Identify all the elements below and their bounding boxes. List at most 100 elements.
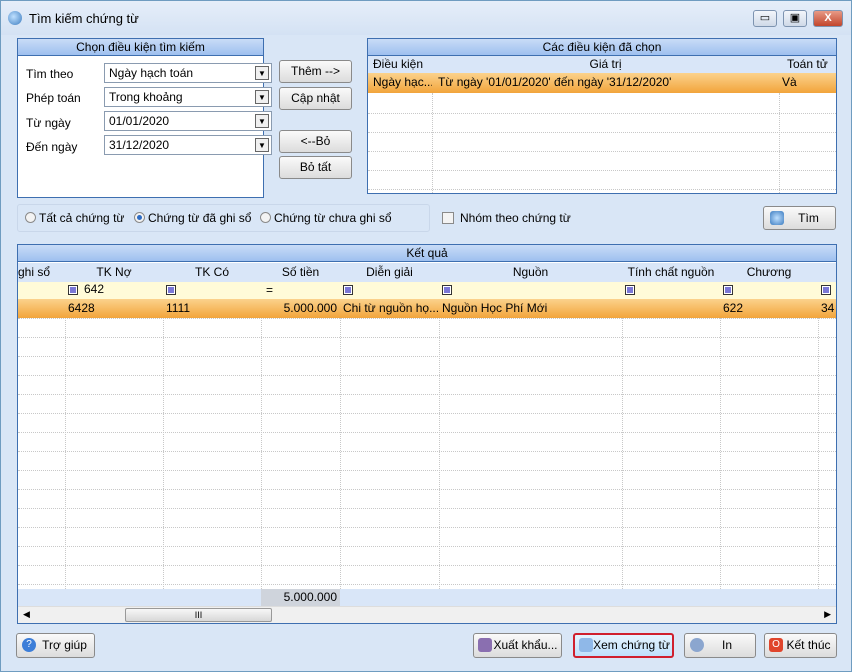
- col-value[interactable]: Giá trị: [432, 56, 779, 73]
- filter-operator-icon[interactable]: [343, 285, 353, 295]
- result-cell: 622: [723, 301, 744, 315]
- view-document-icon: [579, 638, 593, 652]
- row-divider: [18, 318, 836, 319]
- value-cell: Từ ngày '01/01/2020' đến ngày '31/12/202…: [438, 75, 672, 89]
- export-icon: [478, 638, 492, 652]
- to-date-label: Đến ngày: [26, 140, 78, 154]
- dropdown-arrow-icon[interactable]: ▼: [255, 90, 269, 104]
- column-divider: [432, 93, 433, 193]
- row-divider: [18, 432, 836, 433]
- scroll-thumb[interactable]: III: [125, 608, 272, 622]
- radio-unposted-label[interactable]: Chứng từ chưa ghi sổ: [274, 211, 392, 225]
- dropdown-arrow-icon[interactable]: ▼: [255, 138, 269, 152]
- filter-operator-icon[interactable]: [723, 285, 733, 295]
- amount-operator[interactable]: =: [263, 282, 276, 299]
- radio-posted[interactable]: [134, 212, 145, 223]
- radio-all-label[interactable]: Tất cả chứng từ: [39, 211, 124, 225]
- column-divider: [65, 318, 66, 589]
- row-divider: [18, 413, 836, 414]
- row-divider: [18, 546, 836, 547]
- row-divider: [368, 170, 836, 171]
- add-condition-button[interactable]: Thêm -->: [279, 60, 352, 83]
- operator-cell: Và: [782, 75, 797, 89]
- filter-operator-icon[interactable]: [625, 285, 635, 295]
- from-date-label: Từ ngày: [26, 116, 71, 130]
- radio-posted-label[interactable]: Chứng từ đã ghi sổ: [148, 211, 251, 225]
- results-grid: Kết quả ghi sổ TK Nợ TK Có Số tiền Diễn giải…: [17, 244, 837, 624]
- col-tinh-chat-nguon[interactable]: Tính chất nguồn: [622, 263, 720, 282]
- column-divider: [163, 318, 164, 589]
- remove-condition-button[interactable]: <--Bỏ: [279, 130, 352, 153]
- condition-row[interactable]: Ngày hạc... Từ ngày '01/01/2020' đến ngà…: [368, 73, 836, 93]
- row-divider: [18, 527, 836, 528]
- dropdown-arrow-icon[interactable]: ▼: [255, 114, 269, 128]
- operator-select[interactable]: Trong khoảng ▼: [104, 87, 272, 107]
- radio-all[interactable]: [25, 212, 36, 223]
- operator-value: Trong khoảng: [109, 90, 183, 104]
- column-divider: [779, 93, 780, 193]
- total-amount: 5.000.000: [261, 589, 340, 606]
- from-date-value: 01/01/2020: [109, 114, 170, 128]
- remove-all-button[interactable]: Bỏ tất: [279, 156, 352, 179]
- update-condition-button[interactable]: Cập nhật: [279, 87, 352, 110]
- results-filter-row[interactable]: = 642: [18, 282, 836, 299]
- col-dien-giai[interactable]: Diễn giải: [340, 263, 439, 282]
- to-date-value: 31/12/2020: [109, 138, 170, 152]
- column-divider: [622, 318, 623, 589]
- col-chuong[interactable]: Chương: [720, 263, 818, 282]
- row-divider: [368, 189, 836, 190]
- row-divider: [18, 508, 836, 509]
- result-row[interactable]: 6428 1111 5.000.000 Chi từ nguồn họ... Nguồn…: [18, 299, 836, 318]
- row-divider: [18, 394, 836, 395]
- print-button[interactable]: In: [684, 633, 756, 658]
- radio-unposted[interactable]: [260, 212, 271, 223]
- view-voucher-button[interactable]: Xem chứng từ: [573, 633, 674, 658]
- from-date-picker[interactable]: 01/01/2020 ▼: [104, 111, 272, 131]
- criteria-panel: Chọn điều kiện tìm kiếm Tìm theo Ngày hạ…: [17, 38, 272, 198]
- help-button[interactable]: ? Trợ giúp: [16, 633, 95, 658]
- column-divider: [439, 318, 440, 589]
- row-divider: [18, 565, 836, 566]
- condition-cell: Ngày hạc...: [373, 75, 432, 89]
- summary-row: 5.000.000: [18, 589, 836, 606]
- selected-conditions-grid: Các điều kiện đã chọn Điều kiện Giá trị …: [367, 38, 837, 194]
- grid-header: Điều kiện Giá trị Toán tử: [368, 56, 836, 73]
- power-icon: O: [769, 638, 783, 652]
- col-tk-no[interactable]: TK Nợ: [65, 263, 163, 282]
- printer-icon: [690, 638, 704, 652]
- close-button[interactable]: X: [813, 10, 843, 27]
- horizontal-scrollbar[interactable]: ◀ III ▶: [18, 606, 836, 623]
- column-divider: [340, 318, 341, 589]
- maximize-button[interactable]: ▣: [783, 10, 807, 27]
- result-cell: Nguồn Học Phí Mới: [442, 301, 548, 315]
- filter-operator-icon[interactable]: [166, 285, 176, 295]
- export-button[interactable]: Xuất khẩu...: [473, 633, 562, 658]
- filter-operator-icon[interactable]: [68, 285, 78, 295]
- col-condition[interactable]: Điều kiện: [370, 56, 426, 73]
- filter-operator-icon[interactable]: [821, 285, 831, 295]
- col-ghi-so[interactable]: ghi sổ: [18, 263, 65, 282]
- result-cell: 6428: [68, 301, 95, 315]
- exit-button[interactable]: O Kết thúc: [764, 633, 837, 658]
- results-body: 6428 1111 5.000.000 Chi từ nguồn họ... Nguồn…: [18, 299, 836, 589]
- col-nguon[interactable]: Nguồn: [439, 263, 622, 282]
- group-by-voucher-checkbox[interactable]: [442, 212, 454, 224]
- row-divider: [18, 584, 836, 585]
- filter-operator-icon[interactable]: [442, 285, 452, 295]
- dropdown-arrow-icon[interactable]: ▼: [255, 66, 269, 80]
- scroll-left-icon[interactable]: ◀: [23, 609, 30, 620]
- search-button[interactable]: Tìm: [763, 206, 836, 230]
- col-so-tien[interactable]: Số tiền: [261, 263, 340, 282]
- row-divider: [368, 132, 836, 133]
- minimize-button[interactable]: ▭: [753, 10, 777, 27]
- tk-no-filter-input[interactable]: 642: [81, 282, 107, 297]
- group-by-voucher-label[interactable]: Nhóm theo chứng từ: [460, 211, 571, 225]
- to-date-picker[interactable]: 31/12/2020 ▼: [104, 135, 272, 155]
- col-tk-co[interactable]: TK Có: [163, 263, 261, 282]
- result-cell: 1111: [166, 301, 191, 315]
- scroll-right-icon[interactable]: ▶: [824, 609, 831, 620]
- search-by-select[interactable]: Ngày hạch toán ▼: [104, 63, 272, 83]
- row-divider: [18, 451, 836, 452]
- col-operator[interactable]: Toán tử: [784, 56, 831, 73]
- results-header: ghi sổ TK Nợ TK Có Số tiền Diễn giải Nguồn Tín…: [18, 263, 836, 282]
